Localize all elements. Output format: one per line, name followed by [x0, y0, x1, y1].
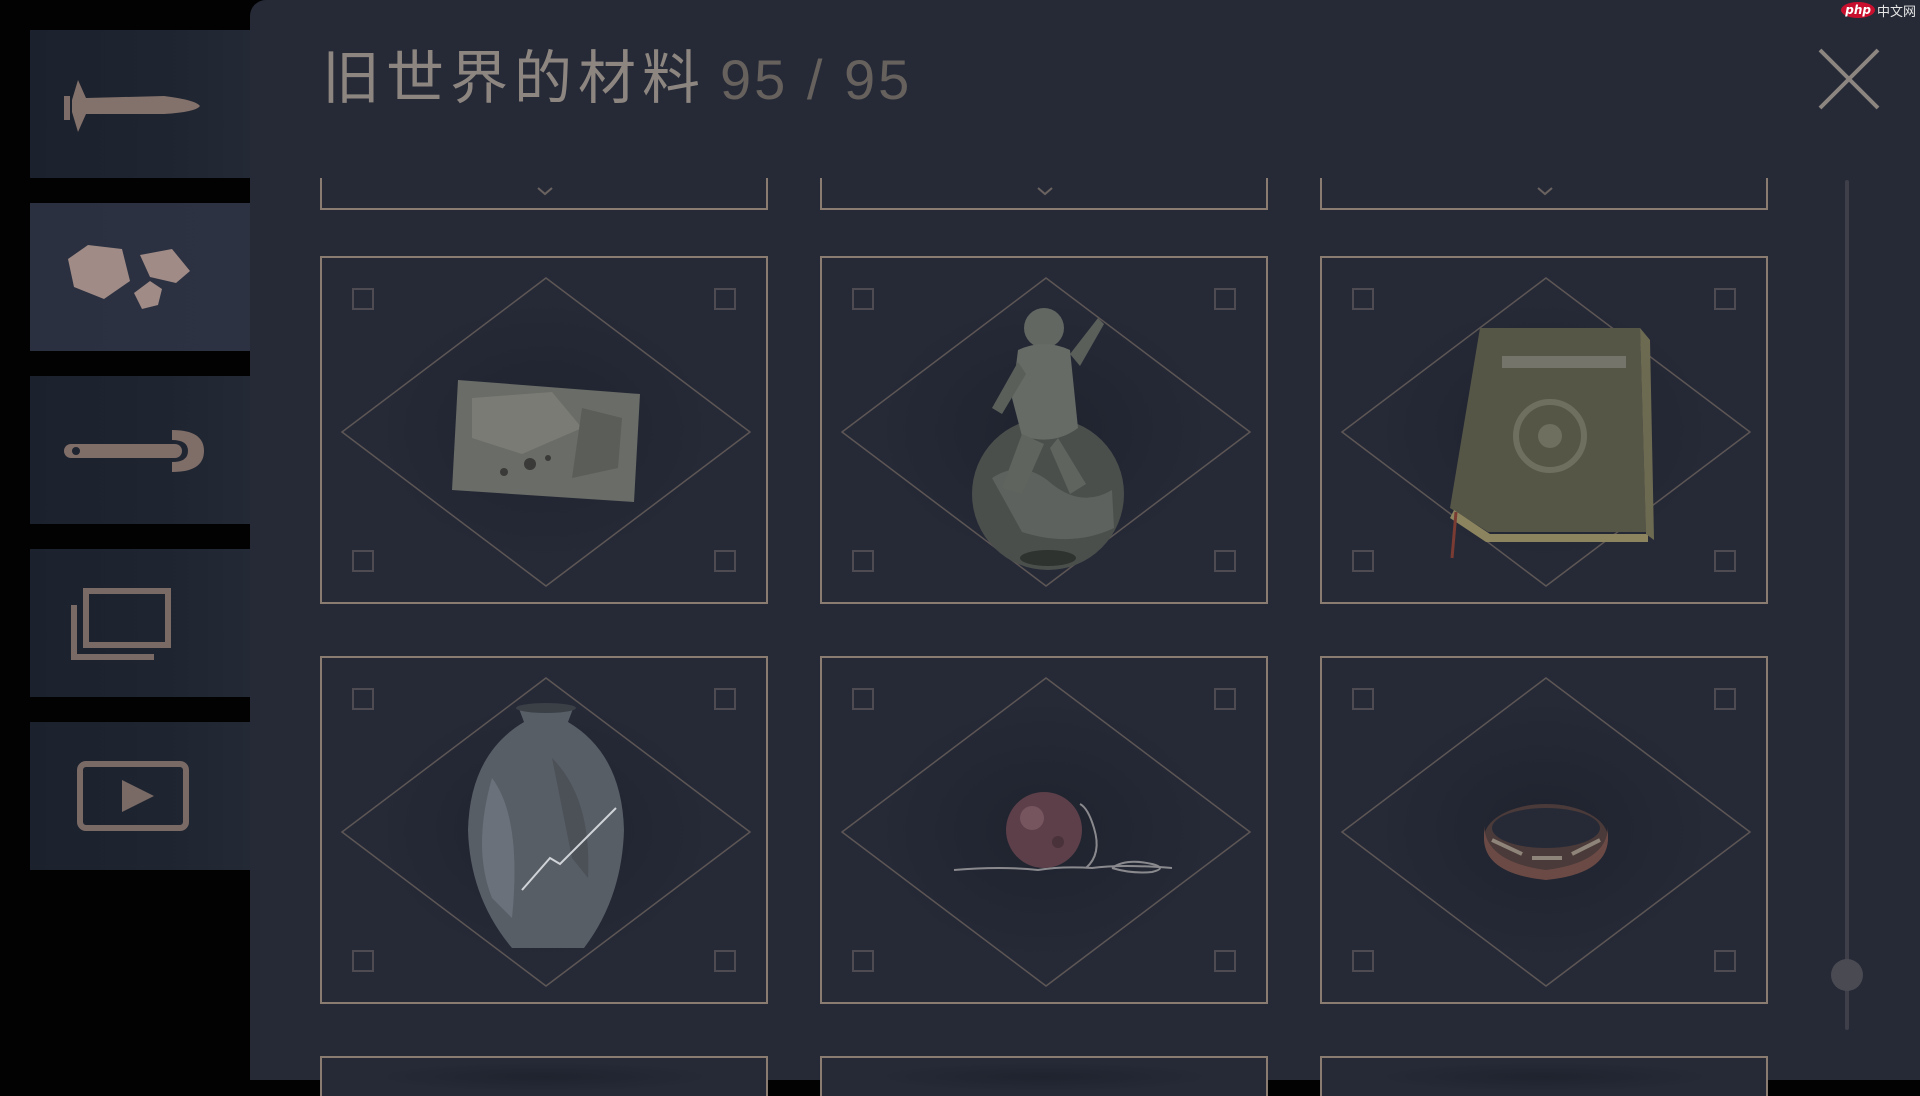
missile-icon	[64, 80, 200, 132]
grid-card-globe-statue[interactable]	[820, 256, 1268, 604]
stacked-windows-icon	[71, 588, 171, 660]
vase-icon	[468, 703, 624, 948]
grid-card-partial-bottom-1[interactable]	[320, 1056, 768, 1096]
close-button[interactable]	[1816, 46, 1882, 112]
stone-slab-icon	[452, 380, 640, 502]
play-icon	[77, 761, 189, 831]
grid-card-partial-bottom-3[interactable]	[1320, 1056, 1768, 1096]
grid-card-stone-slab[interactable]	[320, 256, 768, 604]
sidebar-item-materials[interactable]	[30, 203, 260, 351]
site-watermark: php 中文网	[1841, 0, 1916, 20]
sidebar-item-gallery[interactable]	[30, 549, 252, 697]
scrollbar-track[interactable]	[1845, 180, 1849, 1030]
grid-card-cracked-vase[interactable]	[320, 656, 768, 1004]
grid-card-partial-top-1[interactable]	[320, 178, 768, 210]
sidebar-item-videos[interactable]	[30, 722, 252, 870]
orb-pendant-icon	[953, 792, 1173, 874]
sidebar-item-tools[interactable]	[30, 376, 252, 524]
bracelet-icon	[1484, 804, 1608, 880]
rocks-icon	[68, 245, 190, 309]
grid-card-bracelet[interactable]	[1320, 656, 1768, 1004]
statue-on-globe-icon	[972, 308, 1124, 570]
sidebar-item-weapons[interactable]	[30, 30, 252, 178]
watermark-logo: php	[1841, 2, 1875, 18]
scrollbar-thumb[interactable]	[1831, 959, 1863, 991]
collection-count: 95 / 95	[720, 48, 913, 111]
watermark-text: 中文网	[1876, 4, 1916, 20]
grid-card-partial-top-3[interactable]	[1320, 178, 1768, 210]
chevron-down-icon	[1037, 187, 1053, 196]
grid-card-partial-bottom-2[interactable]	[820, 1056, 1268, 1096]
close-icon	[1818, 48, 1880, 110]
chevron-down-icon	[1537, 187, 1553, 196]
book-icon	[1450, 328, 1654, 559]
grid-card-partial-top-2[interactable]	[820, 178, 1268, 210]
grid-card-pendant-orb[interactable]	[820, 656, 1268, 1004]
wrench-icon	[64, 430, 204, 472]
chevron-down-icon	[537, 187, 553, 196]
page-title: 旧世界的材料	[322, 44, 707, 112]
grid-card-old-book[interactable]	[1320, 256, 1768, 604]
